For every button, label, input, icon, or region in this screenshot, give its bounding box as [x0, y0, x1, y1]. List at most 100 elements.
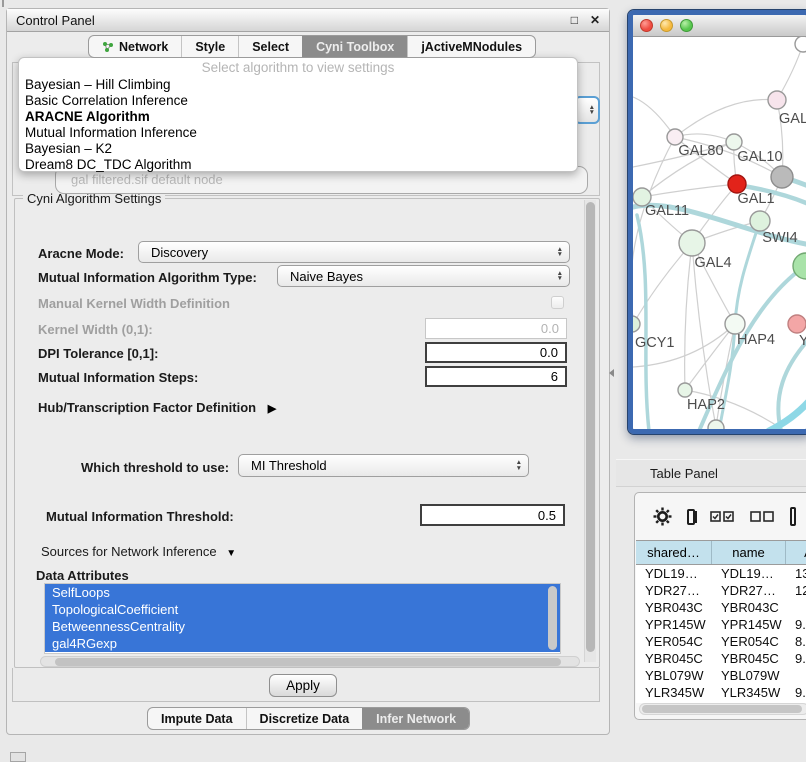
attribute-list-scrollbar[interactable]: [548, 586, 557, 650]
split-pane-icon[interactable]: [687, 509, 695, 525]
export-table-icon[interactable]: [790, 507, 797, 526]
table-cell[interactable]: YDL19…: [712, 565, 786, 582]
table-cell[interactable]: YBR043C: [712, 599, 786, 616]
algorithm-option-bayesian-k2[interactable]: Bayesian – K2: [19, 141, 577, 157]
table-horizontal-scrollbar[interactable]: [639, 703, 806, 715]
table-row[interactable]: YDR27…YDR27…12: [636, 582, 806, 599]
deselect-all-icon[interactable]: [750, 511, 775, 522]
table-cell[interactable]: [786, 599, 806, 616]
network-node-partial-bottom[interactable]: [708, 420, 724, 431]
kernel-width-field[interactable]: 0.0: [425, 318, 567, 339]
table-row[interactable]: YDL19…YDL19…13: [636, 565, 806, 582]
tab-discretize-data[interactable]: Discretize Data: [246, 708, 363, 729]
tab-impute-data[interactable]: Impute Data: [148, 708, 246, 729]
network-node-gal7[interactable]: [768, 91, 786, 109]
table-cell[interactable]: YER054C: [712, 633, 786, 650]
splitter-collapse-icon[interactable]: [609, 369, 614, 377]
mi-threshold-field[interactable]: 0.5: [420, 504, 565, 526]
table-cell[interactable]: YPR145W: [712, 616, 786, 633]
algorithm-option-dream8-dc-tdc-algorithm[interactable]: Dream8 DC_TDC Algorithm: [19, 157, 577, 173]
table-cell[interactable]: YLR345W: [712, 684, 786, 701]
table-row[interactable]: YER054CYER054C8.: [636, 633, 806, 650]
close-panel-icon[interactable]: ✕: [590, 13, 600, 27]
settings-vertical-scrollbar[interactable]: [584, 200, 596, 662]
manual-kernel-checkbox[interactable]: [551, 296, 564, 309]
mi-steps-field[interactable]: 6: [425, 366, 567, 387]
tab-select[interactable]: Select: [238, 36, 302, 57]
table-cell[interactable]: 13: [786, 565, 806, 582]
sources-toggle[interactable]: Sources for Network Inference ▼: [37, 544, 240, 559]
zoom-traffic-light-icon[interactable]: [680, 19, 693, 32]
network-node-hap4[interactable]: [725, 314, 745, 334]
aracne-mode-combo[interactable]: Discovery ▲▼: [138, 241, 570, 263]
table-row[interactable]: YLR345WYLR345W9.: [636, 684, 806, 701]
table-cell[interactable]: 9.: [786, 616, 806, 633]
table-cell[interactable]: 9.: [786, 650, 806, 667]
table-cell[interactable]: YDR27…: [712, 582, 786, 599]
table-cell[interactable]: YER054C: [636, 633, 712, 650]
network-edge[interactable]: [675, 134, 734, 142]
network-node-gal10[interactable]: [726, 134, 742, 150]
algorithm-option-mutual-information-inference[interactable]: Mutual Information Inference: [19, 125, 577, 141]
algorithm-option-bayesian-hill-climbing[interactable]: Bayesian – Hill Climbing: [19, 77, 577, 93]
network-node-hap2[interactable]: [678, 383, 692, 397]
settings-horizontal-scrollbar[interactable]: [40, 656, 580, 667]
float-window-icon[interactable]: □: [571, 13, 578, 27]
select-all-icon[interactable]: [710, 511, 735, 522]
algorithm-option-basic-correlation-inference[interactable]: Basic Correlation Inference: [19, 93, 577, 109]
table-cell[interactable]: YLR345W: [636, 684, 712, 701]
tab-style[interactable]: Style: [181, 36, 238, 57]
network-canvas[interactable]: GAL7GAL80GAL10GAL1GAL11SWI4GAL4GCY1HAP4Y…: [633, 37, 806, 431]
column-header-a[interactable]: A: [786, 541, 806, 564]
table-cell[interactable]: YPR145W: [636, 616, 712, 633]
dpi-tolerance-label: DPI Tolerance [0,1]:: [38, 346, 158, 361]
dpi-tolerance-field[interactable]: 0.0: [425, 342, 567, 363]
data-attribute-option-gal4rgexp[interactable]: gal4RGexp: [45, 635, 560, 652]
algorithm-option-aracne-algorithm[interactable]: ARACNE Algorithm: [19, 109, 577, 125]
which-threshold-combo[interactable]: MI Threshold ▲▼: [238, 454, 529, 477]
network-node-gray-hub[interactable]: [771, 166, 793, 188]
table-cell[interactable]: YBR045C: [636, 650, 712, 667]
network-node-partial-top[interactable]: [795, 37, 806, 52]
table-row[interactable]: YBR043CYBR043C: [636, 599, 806, 616]
tab-jactivemnodules[interactable]: jActiveMNodules: [407, 36, 535, 57]
table-cell[interactable]: YBR043C: [636, 599, 712, 616]
close-traffic-light-icon[interactable]: [640, 19, 653, 32]
network-node-swi4[interactable]: [750, 211, 770, 231]
network-node-gal4[interactable]: [679, 230, 705, 256]
data-attribute-option-betweennesscentrality[interactable]: BetweennessCentrality: [45, 618, 560, 635]
minimize-traffic-light-icon[interactable]: [660, 19, 673, 32]
table-cell[interactable]: [786, 667, 806, 684]
network-node-gcy1[interactable]: [633, 316, 640, 332]
mi-type-combo[interactable]: Naive Bayes ▲▼: [277, 265, 570, 287]
table-row[interactable]: YPR145WYPR145W9.: [636, 616, 806, 633]
table-cell[interactable]: YBL079W: [712, 667, 786, 684]
table-cell[interactable]: YDL19…: [636, 565, 712, 582]
column-header-shared[interactable]: shared…: [636, 541, 712, 564]
network-edge[interactable]: [675, 99, 777, 137]
tab-cyni-toolbox[interactable]: Cyni Toolbox: [302, 36, 407, 57]
control-panel-tabs: NetworkStyleSelectCyni ToolboxjActiveMNo…: [88, 35, 536, 58]
table-cell[interactable]: YBL079W: [636, 667, 712, 684]
table-cell[interactable]: 12: [786, 582, 806, 599]
table-cell[interactable]: YBR045C: [712, 650, 786, 667]
network-edge[interactable]: [735, 221, 760, 324]
network-edge[interactable]: [769, 399, 806, 431]
network-edge[interactable]: [685, 243, 692, 390]
data-attribute-option-selfloops[interactable]: SelfLoops: [45, 584, 560, 601]
tab-network[interactable]: Network: [89, 36, 181, 57]
settings-gear-icon[interactable]: [653, 507, 672, 526]
table-cell[interactable]: YDR27…: [636, 582, 712, 599]
table-cell[interactable]: 9.: [786, 684, 806, 701]
column-header-name[interactable]: name: [712, 541, 786, 564]
tab-infer-network[interactable]: Infer Network: [362, 708, 469, 729]
data-attribute-option-topologicalcoefficient[interactable]: TopologicalCoefficient: [45, 601, 560, 618]
apply-button[interactable]: Apply: [269, 674, 337, 697]
node-label-hap2: HAP2: [687, 397, 725, 413]
hub-definition-toggle[interactable]: Hub/Transcription Factor Definition ▶: [38, 400, 276, 415]
network-node-salmon-right[interactable]: [788, 315, 806, 333]
table-cell[interactable]: 8.: [786, 633, 806, 650]
table-row[interactable]: YBL079WYBL079W: [636, 667, 806, 684]
table-row[interactable]: YBR045CYBR045C9.: [636, 650, 806, 667]
network-window-titlebar[interactable]: [633, 15, 806, 37]
